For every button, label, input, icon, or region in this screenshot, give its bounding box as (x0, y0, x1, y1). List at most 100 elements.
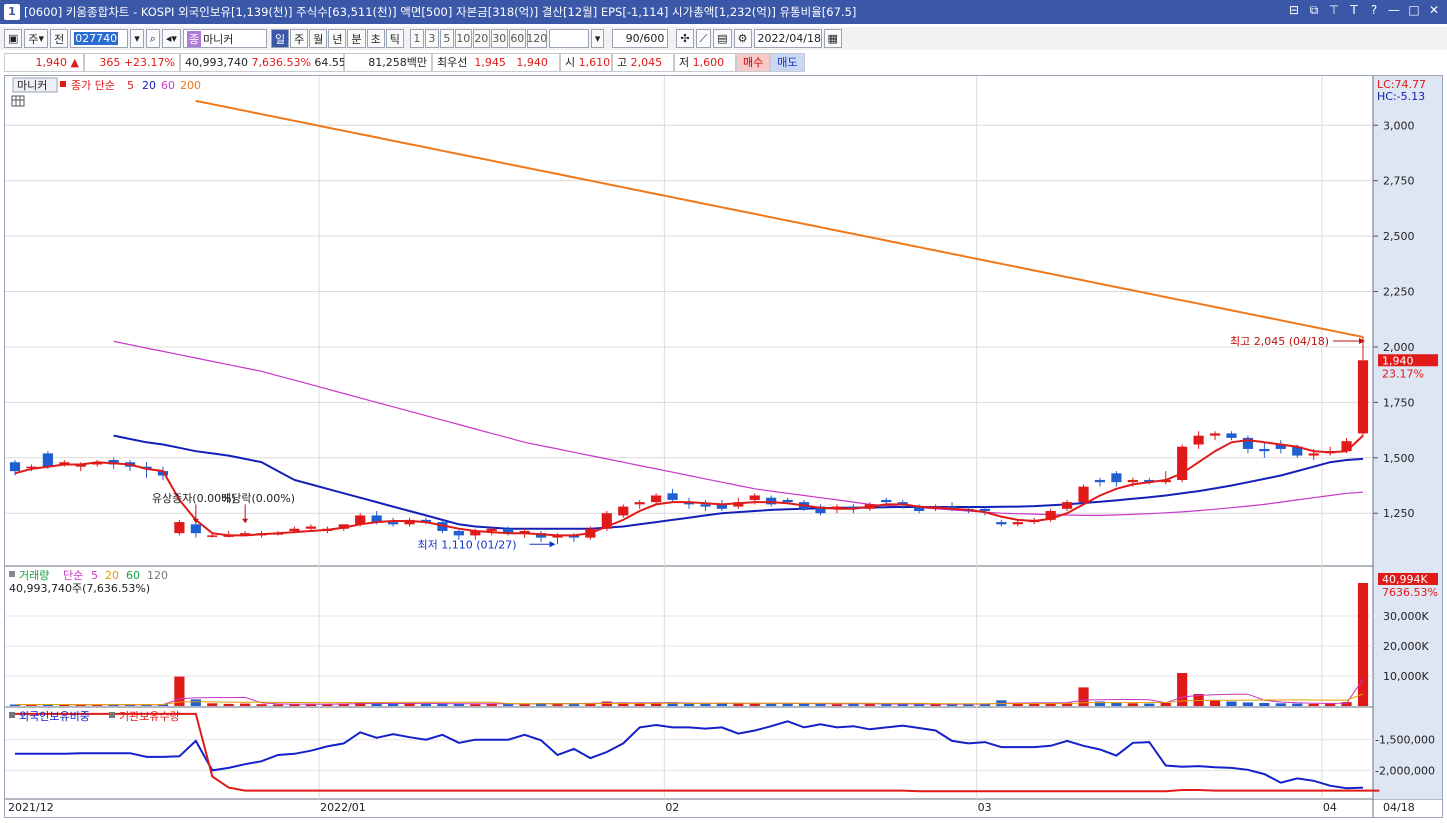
custom-period-input[interactable] (548, 29, 589, 48)
volume-bar (1144, 703, 1155, 706)
minute-button[interactable]: 20 (472, 29, 490, 48)
buy-button[interactable]: 매수 (736, 52, 771, 72)
chart-area[interactable]: 1,250 1,500 1,750 2,000 2,250 2,500 2,750 3,000… (4, 75, 1443, 818)
volume-bar (683, 703, 695, 706)
minute-button[interactable]: 3 (424, 29, 439, 48)
font-icon[interactable]: T (1347, 3, 1361, 18)
legend-ma20: 20 (142, 79, 156, 92)
candle-body (1357, 360, 1369, 434)
legend-ma5: 5 (127, 79, 134, 92)
date-input[interactable]: 2022/04/18 (753, 29, 822, 48)
x-axis-label: 02 (665, 801, 679, 814)
minute-group: 1 3 5 10 20 30 60 120 (409, 29, 547, 48)
tick-button[interactable]: 일 (270, 29, 290, 48)
grid-toggle-icon[interactable] (11, 95, 25, 107)
best-quote: 최우선 1,945 1,940 (432, 52, 560, 72)
help-icon[interactable]: ? (1367, 3, 1381, 18)
candle-body (1012, 522, 1023, 525)
tick-button[interactable]: 주 (290, 29, 309, 48)
institution-holding-line (15, 712, 1380, 793)
period-type-select[interactable]: 주 ▾ (24, 29, 49, 48)
dock-icon[interactable]: ⊟ (1287, 3, 1301, 18)
volume-legend-name[interactable]: 거래량 (19, 569, 49, 582)
candle-body (207, 535, 218, 537)
custom-period-dropdown-icon[interactable]: ▾ (590, 29, 605, 48)
candle-body (618, 506, 629, 516)
candle-body (996, 522, 1007, 525)
volume-info: 40,993,740 7,636.53% 64.55% (180, 52, 356, 72)
candle-body (9, 462, 21, 472)
tick-button[interactable]: 초 (366, 29, 385, 48)
candle-body (1259, 448, 1270, 452)
close-button[interactable]: ✕ (1427, 3, 1441, 18)
tick-button[interactable]: 년 (328, 29, 347, 48)
up-arrow-icon: ▲ (70, 55, 79, 69)
institution-legend-name[interactable]: 기관보유수량 (119, 710, 180, 723)
volume-bar (223, 703, 234, 706)
volume-bar (272, 704, 284, 706)
stock-code-input[interactable]: 027740 (70, 29, 129, 48)
volume-bar (568, 703, 580, 706)
maximize-button[interactable]: □ (1407, 3, 1421, 18)
code-dropdown-icon[interactable]: ▾ (130, 29, 144, 48)
foreign-legend-name[interactable]: 외국인보유비중 (19, 710, 90, 723)
volume-bar (404, 703, 415, 706)
minute-button[interactable]: 5 (439, 29, 454, 48)
gear-icon[interactable]: ⚙ (733, 29, 752, 48)
candle-body (700, 504, 711, 507)
candle-body (388, 522, 399, 525)
price-legend-name[interactable]: 마니커 (17, 79, 47, 92)
chart-type-icon[interactable]: ▣ (4, 29, 23, 48)
search-icon[interactable]: ⌕ (145, 29, 160, 48)
volume-bar (1357, 583, 1369, 706)
legend-marker-icon (9, 571, 15, 577)
candle-body (1062, 502, 1073, 509)
candle-body (1111, 473, 1122, 483)
candle-body (749, 495, 760, 500)
minute-button[interactable]: 1 (409, 29, 424, 48)
volume-bar (1275, 703, 1286, 706)
price-legend-label: 종가 단순 (71, 79, 115, 92)
candle-body (881, 499, 892, 503)
candle-body (1308, 453, 1319, 456)
crosshair-icon[interactable]: ✣ (676, 29, 694, 48)
tick-button[interactable]: 틱 (385, 29, 404, 48)
minimize-button[interactable]: — (1387, 3, 1401, 18)
tile-icon[interactable]: ⧉ (1307, 3, 1321, 18)
candle-body (1078, 486, 1089, 503)
tick-button[interactable]: 분 (347, 29, 366, 48)
quote-bar: 1,940 ▲ 365 +23.17% 40,993,740 7,636.53%… (4, 52, 805, 72)
save-icon[interactable]: ▤ (713, 29, 732, 48)
sell-button[interactable]: 매도 (770, 52, 805, 72)
count-input[interactable]: 90/600 (612, 29, 669, 48)
vol-legend-ma120: 120 (147, 569, 168, 582)
volume-bar (1308, 703, 1319, 706)
volume-tick-label: 10,000K (1383, 670, 1429, 683)
candle-body (174, 522, 185, 534)
stock-name-field[interactable]: 종 마니커 (182, 29, 267, 48)
line-tool-icon[interactable]: ⟋ (695, 29, 712, 48)
minute-button[interactable]: 120 (526, 29, 547, 48)
event-annotation-dividend: 배당락(0.00%) (221, 492, 295, 505)
price-tick-label: 2,750 (1383, 175, 1415, 188)
prev-button[interactable]: 전 (50, 29, 69, 48)
minute-button[interactable]: 10 (454, 29, 472, 48)
volume-pane (9, 583, 1369, 706)
x-axis-label: 03 (978, 801, 992, 814)
chart-svg[interactable]: 1,250 1,500 1,750 2,000 2,250 2,500 2,750 3,000… (5, 76, 1442, 817)
calendar-icon[interactable]: ▦ (823, 29, 842, 48)
current-price: 1,940 ▲ (4, 52, 84, 72)
pin-icon[interactable]: ⊤ (1327, 3, 1341, 18)
vol-legend-ma5: 5 (91, 569, 98, 582)
sound-icon[interactable]: ◂▾ (161, 29, 181, 48)
minute-button[interactable]: 30 (490, 29, 508, 48)
hc-label: HC:-5.13 (1377, 90, 1425, 103)
x-axis-label: 04 (1323, 801, 1337, 814)
volume-bar (1111, 702, 1122, 706)
svg-text:40,994K: 40,994K (1382, 573, 1428, 586)
tick-button[interactable]: 월 (309, 29, 328, 48)
volume-ma20-line (14, 693, 1364, 706)
minute-button[interactable]: 60 (508, 29, 526, 48)
foreign-ratio-line (15, 720, 1364, 790)
x-axis-label: 2021/12 (8, 801, 54, 814)
